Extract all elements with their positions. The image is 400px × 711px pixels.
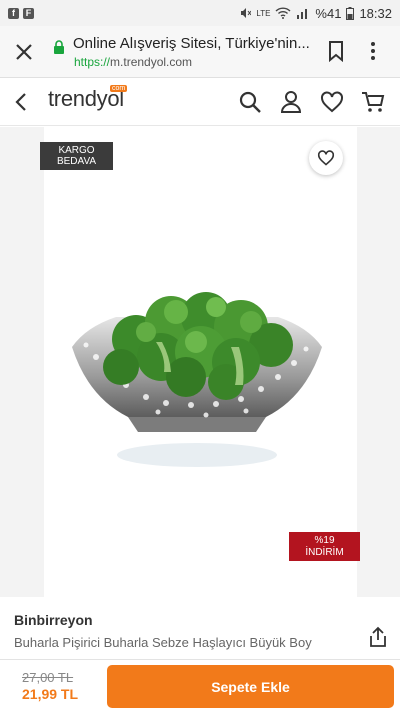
flipboard-icon: F [23, 7, 34, 19]
account-icon[interactable] [279, 90, 303, 114]
cargo-badge-line1: KARGO [58, 145, 95, 156]
favorites-icon[interactable] [320, 90, 344, 114]
battery-percent: %41 [315, 5, 342, 21]
product-photo-steamer-broccoli [72, 292, 322, 467]
close-icon[interactable] [14, 42, 34, 62]
product-name: Buharla Pişirici Buharla Sebze Haşlayıcı… [14, 635, 312, 650]
status-right: LTE %41 18:32 [239, 6, 392, 21]
trendyol-logo[interactable]: trendyol com [48, 85, 128, 116]
clock: 18:32 [359, 5, 392, 21]
heart-icon [317, 150, 335, 166]
product-gallery: KARGO BEDAVA %19 İNDİRİM [0, 127, 400, 597]
share-icon[interactable] [369, 626, 387, 648]
cart-icon[interactable] [361, 90, 385, 114]
menu-dots-icon[interactable] [370, 41, 376, 61]
search-icon[interactable] [238, 90, 262, 114]
browser-url[interactable]: https://m.trendyol.com [74, 55, 192, 69]
discount-label: İNDİRİM [305, 547, 344, 558]
url-host: m.trendyol.com [110, 55, 193, 69]
status-bar: f F LTE %41 18:32 [0, 0, 400, 26]
site-header: trendyol com [0, 78, 400, 126]
network-type: LTE [256, 8, 271, 18]
product-brand[interactable]: Binbirreyon [14, 612, 93, 628]
purchase-bar: 27,00 TL 21,99 TL Sepete Ekle [0, 659, 400, 711]
mute-icon [241, 8, 252, 18]
discount-badge: %19 İNDİRİM [289, 532, 360, 561]
add-to-cart-button[interactable]: Sepete Ekle [107, 665, 394, 708]
signal-icon [297, 9, 308, 19]
current-price: 21,99 TL [22, 686, 79, 702]
battery-icon [346, 6, 355, 20]
add-to-favorites-button[interactable] [309, 141, 343, 175]
back-icon[interactable] [14, 91, 28, 113]
free-shipping-badge: KARGO BEDAVA [40, 142, 113, 170]
lock-icon [54, 40, 64, 54]
status-left-icons: f F [8, 7, 34, 19]
bookmark-icon[interactable] [327, 40, 345, 62]
cargo-badge-line2: BEDAVA [56, 156, 97, 167]
url-scheme: https:// [74, 55, 111, 69]
wifi-icon [275, 7, 291, 19]
browser-page-title: Online Alışveriş Sitesi, Türkiye'nin... [73, 35, 310, 52]
browser-toolbar: Online Alışveriş Sitesi, Türkiye'nin... … [0, 26, 400, 78]
logo-badge: com [110, 85, 128, 92]
old-price: 27,00 TL [22, 670, 74, 685]
facebook-icon: f [8, 7, 19, 19]
discount-percent: %19 [314, 535, 335, 546]
